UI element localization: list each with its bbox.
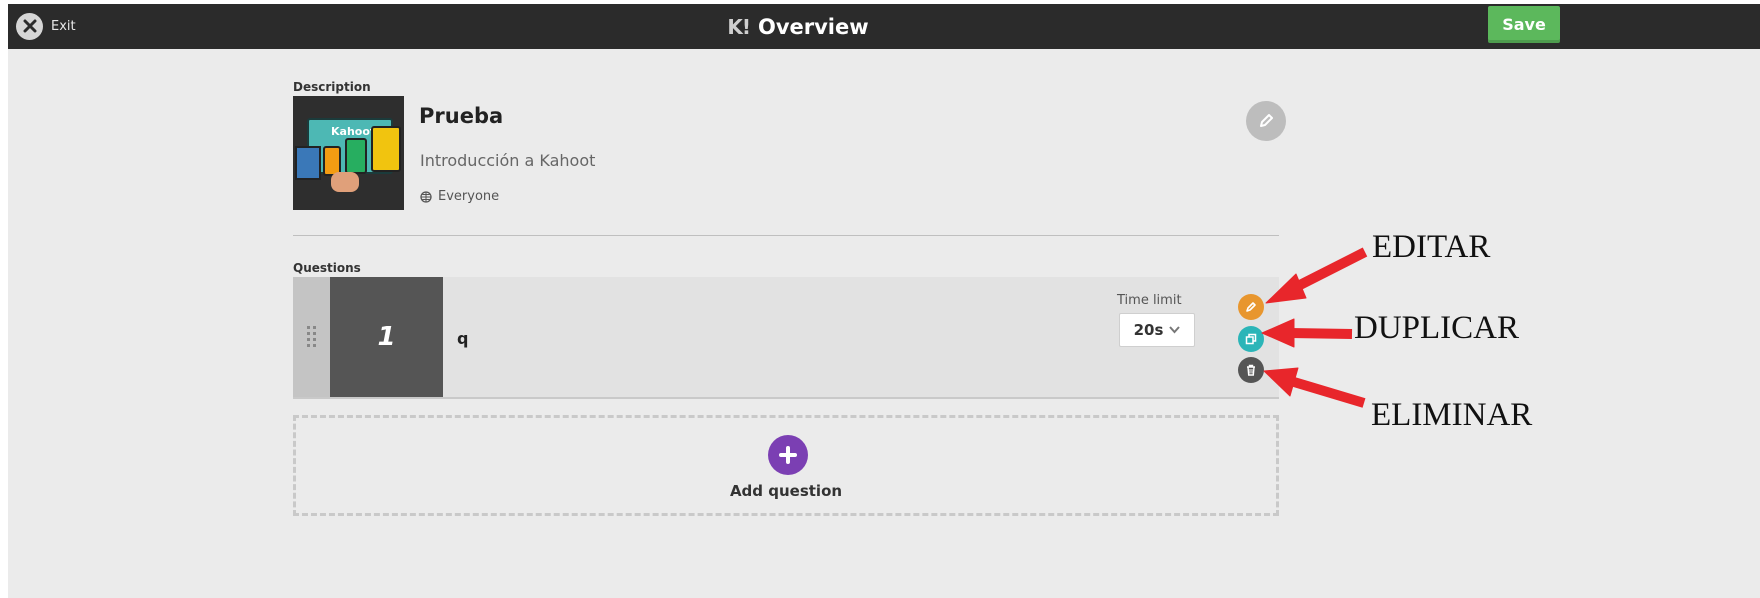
annotation-delete: ELIMINAR (1371, 397, 1533, 433)
arrowhead-delete (1263, 367, 1299, 397)
arrowhead-edit (1265, 273, 1307, 304)
annotation-duplicate: DUPLICAR (1354, 310, 1520, 346)
arrow-delete (1292, 377, 1366, 408)
annotation-arrows (1261, 247, 1368, 408)
arrow-duplicate (1289, 328, 1353, 339)
annotation-edit: EDITAR (1372, 229, 1491, 265)
arrowhead-duplicate (1261, 318, 1295, 348)
arrow-edit (1293, 247, 1368, 292)
